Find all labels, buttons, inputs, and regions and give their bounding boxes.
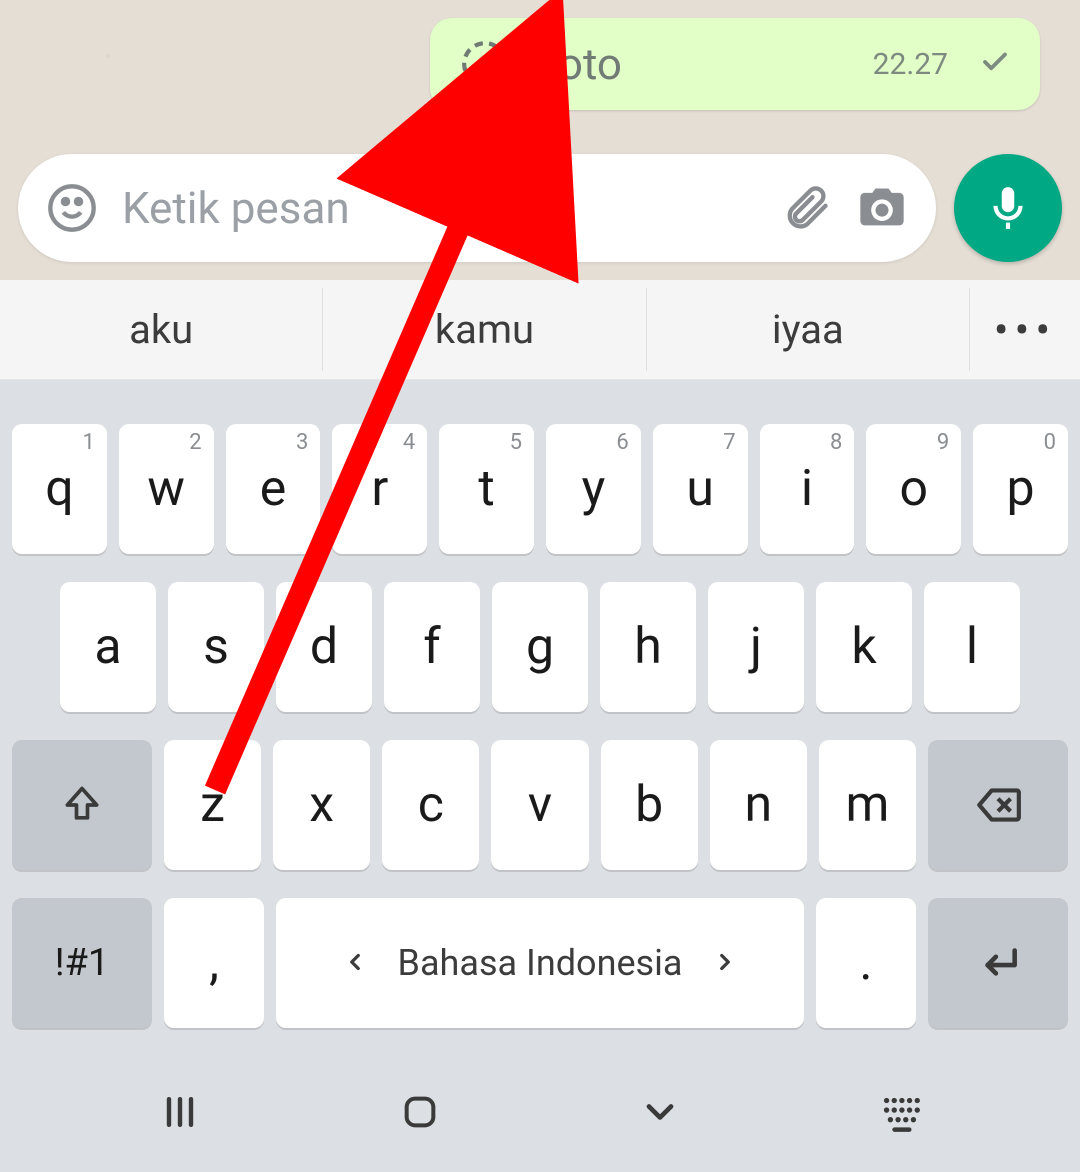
message-bubble[interactable]: 1 Foto 22.27 [430, 18, 1040, 110]
keyboard-row-4: !#1 , Bahasa Indonesia . [12, 898, 1068, 1028]
message-text: Foto [534, 38, 849, 90]
key-c[interactable]: c [382, 740, 479, 870]
shift-key[interactable] [12, 740, 152, 870]
key-v[interactable]: v [491, 740, 588, 870]
symbols-key[interactable]: !#1 [12, 898, 152, 1028]
key-n[interactable]: n [710, 740, 807, 870]
enter-key[interactable] [928, 898, 1068, 1028]
key-y[interactable]: y6 [546, 424, 641, 554]
comma-key[interactable]: , [164, 898, 264, 1028]
key-u[interactable]: u7 [653, 424, 748, 554]
key-t[interactable]: t5 [439, 424, 534, 554]
key-p[interactable]: p0 [973, 424, 1068, 554]
key-q[interactable]: q1 [12, 424, 107, 554]
key-k[interactable]: k [816, 582, 912, 712]
keyboard-collapse-icon[interactable] [870, 1089, 930, 1135]
input-row [18, 154, 1062, 262]
key-g[interactable]: g [492, 582, 588, 712]
home-icon[interactable] [390, 1092, 450, 1132]
key-o[interactable]: o9 [866, 424, 961, 554]
emoji-icon[interactable] [46, 182, 98, 234]
camera-icon[interactable] [856, 182, 908, 234]
key-l[interactable]: l [924, 582, 1020, 712]
key-b[interactable]: b [601, 740, 698, 870]
key-e[interactable]: e3 [226, 424, 321, 554]
navigation-bar [0, 1052, 1080, 1172]
message-time: 22.27 [873, 47, 948, 82]
keyboard: q1 w2 e3 r4 t5 y6 u7 i8 o9 p0 a s d f g … [0, 380, 1080, 1052]
suggestion-1[interactable]: aku [0, 288, 323, 371]
recents-icon[interactable] [150, 1090, 210, 1134]
key-z[interactable]: z [164, 740, 261, 870]
back-icon[interactable] [630, 1090, 690, 1134]
mic-button[interactable] [954, 154, 1062, 262]
space-label: Bahasa Indonesia [398, 942, 683, 984]
key-w[interactable]: w2 [119, 424, 214, 554]
chevron-left-icon [342, 942, 368, 984]
key-d[interactable]: d [276, 582, 372, 712]
keyboard-row-3: z x c v b n m [12, 740, 1068, 870]
message-input[interactable] [122, 182, 756, 234]
period-key[interactable]: . [816, 898, 916, 1028]
suggestion-3[interactable]: iyaa [647, 288, 970, 371]
chevron-right-icon [712, 942, 738, 984]
key-j[interactable]: j [708, 582, 804, 712]
key-s[interactable]: s [168, 582, 264, 712]
chat-area: 1 Foto 22.27 [0, 0, 1080, 280]
key-x[interactable]: x [273, 740, 370, 870]
svg-text:1: 1 [478, 51, 492, 80]
keyboard-row-2: a s d f g h j k l [12, 582, 1068, 712]
attachment-icon[interactable] [780, 182, 832, 234]
backspace-key[interactable] [928, 740, 1068, 870]
key-f[interactable]: f [384, 582, 480, 712]
key-r[interactable]: r4 [332, 424, 427, 554]
key-h[interactable]: h [600, 582, 696, 712]
key-i[interactable]: i8 [760, 424, 855, 554]
check-icon [980, 47, 1010, 81]
key-a[interactable]: a [60, 582, 156, 712]
suggestion-2[interactable]: kamu [323, 288, 646, 371]
space-key[interactable]: Bahasa Indonesia [276, 898, 804, 1028]
key-m[interactable]: m [819, 740, 916, 870]
message-input-container [18, 154, 936, 262]
view-once-icon: 1 [460, 39, 510, 89]
keyboard-row-1: q1 w2 e3 r4 t5 y6 u7 i8 o9 p0 [12, 424, 1068, 554]
more-suggestions-icon[interactable]: ••• [970, 304, 1080, 356]
suggestion-bar: aku kamu iyaa ••• [0, 280, 1080, 380]
